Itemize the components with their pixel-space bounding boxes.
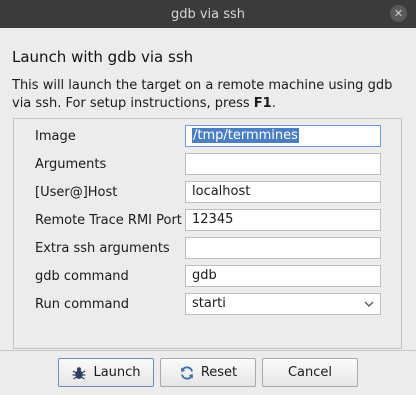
gdb-command-input[interactable]: gdb bbox=[185, 265, 381, 287]
launch-options-form: Image /tmp/termmines Arguments [User@]Ho… bbox=[13, 118, 402, 349]
cancel-button-label: Cancel bbox=[287, 365, 333, 380]
chevron-down-icon bbox=[364, 301, 374, 307]
host-label: [User@]Host bbox=[35, 185, 118, 200]
refresh-icon bbox=[180, 365, 193, 380]
form-row-gdb-command: gdb command gdb bbox=[14, 265, 403, 289]
close-icon[interactable]: ✕ bbox=[390, 5, 407, 22]
dialog-description: This will launch the target on a remote … bbox=[12, 77, 408, 113]
launch-button[interactable]: Launch bbox=[58, 358, 154, 387]
description-end: . bbox=[271, 96, 276, 111]
port-input[interactable]: 12345 bbox=[185, 209, 381, 231]
form-row-image: Image /tmp/termmines bbox=[14, 125, 403, 149]
form-row-arguments: Arguments bbox=[14, 153, 403, 177]
close-glyph: ✕ bbox=[393, 7, 404, 20]
arguments-input[interactable] bbox=[185, 153, 381, 175]
form-row-run-command: Run command starti bbox=[14, 293, 403, 317]
bug-icon bbox=[72, 366, 86, 379]
description-text: This will launch the target on a remote … bbox=[12, 78, 393, 111]
form-row-ssh-args: Extra ssh arguments bbox=[14, 237, 403, 261]
run-command-select[interactable]: starti bbox=[185, 293, 381, 315]
reset-button-label: Reset bbox=[200, 365, 238, 380]
window-titlebar: gdb via ssh ✕ bbox=[0, 0, 416, 28]
ssh-args-label: Extra ssh arguments bbox=[35, 241, 170, 256]
gdb-command-label: gdb command bbox=[35, 269, 129, 284]
help-key: F1 bbox=[253, 96, 272, 111]
port-label: Remote Trace RMI Port bbox=[35, 213, 182, 228]
image-label: Image bbox=[35, 129, 76, 144]
reset-button[interactable]: Reset bbox=[160, 358, 256, 387]
button-bar: Launch Reset Cancel bbox=[0, 351, 416, 395]
window-title: gdb via ssh bbox=[170, 6, 246, 22]
cancel-button[interactable]: Cancel bbox=[262, 358, 358, 387]
host-input[interactable]: localhost bbox=[185, 181, 381, 203]
image-value: /tmp/termmines bbox=[192, 128, 299, 143]
content-area: Launch with gdb via ssh This will launch… bbox=[0, 28, 416, 350]
dialog-body: Launch with gdb via ssh This will launch… bbox=[0, 28, 416, 395]
launch-button-label: Launch bbox=[93, 365, 141, 380]
form-row-port: Remote Trace RMI Port 12345 bbox=[14, 209, 403, 233]
image-input[interactable]: /tmp/termmines bbox=[185, 125, 381, 147]
form-row-host: [User@]Host localhost bbox=[14, 181, 403, 205]
run-command-label: Run command bbox=[35, 297, 129, 312]
run-command-value: starti bbox=[192, 296, 226, 311]
ssh-args-input[interactable] bbox=[185, 237, 381, 259]
dialog-heading: Launch with gdb via ssh bbox=[12, 48, 194, 66]
arguments-label: Arguments bbox=[35, 157, 107, 172]
